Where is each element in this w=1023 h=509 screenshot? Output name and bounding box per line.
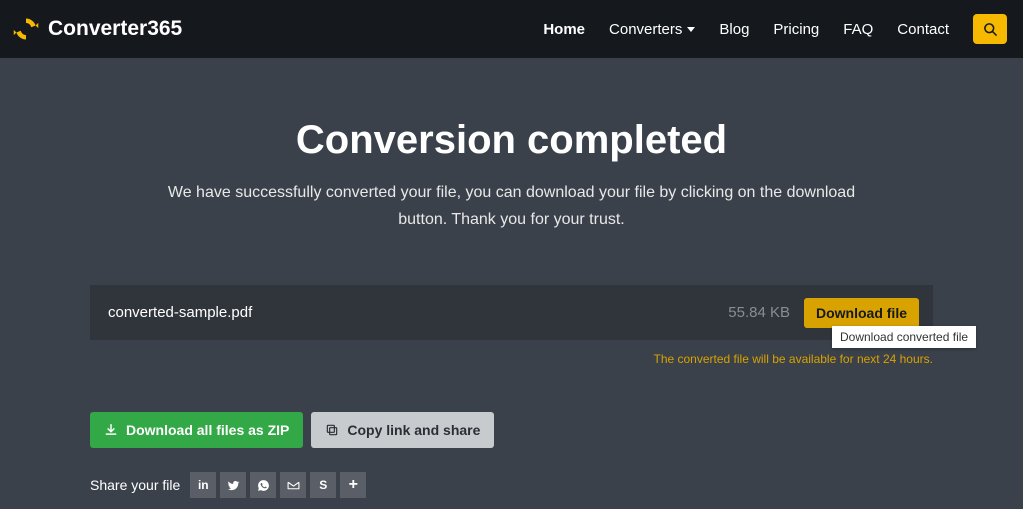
main-content: Conversion completed We have successfull…	[0, 58, 1023, 498]
share-label: Share your file	[90, 477, 180, 493]
logo-icon	[12, 15, 40, 43]
logo-text: Converter365	[48, 17, 182, 41]
search-button[interactable]	[973, 14, 1007, 44]
share-icons: in S +	[190, 472, 366, 498]
download-tooltip: Download converted file	[832, 326, 976, 348]
nav-converters-label: Converters	[609, 21, 682, 38]
copy-icon	[325, 423, 339, 437]
actions-row: Download all files as ZIP Copy link and …	[90, 412, 933, 448]
nav-blog[interactable]: Blog	[719, 21, 749, 38]
page-title: Conversion completed	[90, 118, 933, 163]
twitter-icon[interactable]	[220, 472, 246, 498]
nav-faq[interactable]: FAQ	[843, 21, 873, 38]
linkedin-icon[interactable]: in	[190, 472, 216, 498]
file-row: converted-sample.pdf 55.84 KB Download f…	[90, 285, 933, 340]
download-zip-button[interactable]: Download all files as ZIP	[90, 412, 303, 448]
nav-pricing[interactable]: Pricing	[773, 21, 819, 38]
download-icon	[104, 423, 118, 437]
file-size: 55.84 KB	[728, 304, 790, 321]
nav-contact[interactable]: Contact	[897, 21, 949, 38]
email-icon[interactable]	[280, 472, 306, 498]
skype-icon[interactable]: S	[310, 472, 336, 498]
search-icon	[983, 22, 998, 37]
logo[interactable]: Converter365	[12, 15, 182, 43]
nav-converters[interactable]: Converters	[609, 21, 695, 38]
copy-link-button[interactable]: Copy link and share	[311, 412, 494, 448]
copy-link-label: Copy link and share	[347, 422, 480, 438]
download-zip-label: Download all files as ZIP	[126, 422, 289, 438]
whatsapp-icon[interactable]	[250, 472, 276, 498]
share-row: Share your file in S +	[90, 472, 933, 498]
chevron-down-icon	[687, 27, 695, 32]
nav: Home Converters Blog Pricing FAQ Contact	[543, 14, 1007, 44]
header: Converter365 Home Converters Blog Pricin…	[0, 0, 1023, 58]
more-icon[interactable]: +	[340, 472, 366, 498]
download-file-button[interactable]: Download file Download converted file	[804, 298, 919, 328]
page-subtitle: We have successfully converted your file…	[152, 179, 872, 233]
availability-notice: The converted file will be available for…	[90, 352, 933, 366]
file-name: converted-sample.pdf	[108, 304, 714, 321]
download-file-label: Download file	[816, 305, 907, 321]
nav-home[interactable]: Home	[543, 21, 585, 38]
